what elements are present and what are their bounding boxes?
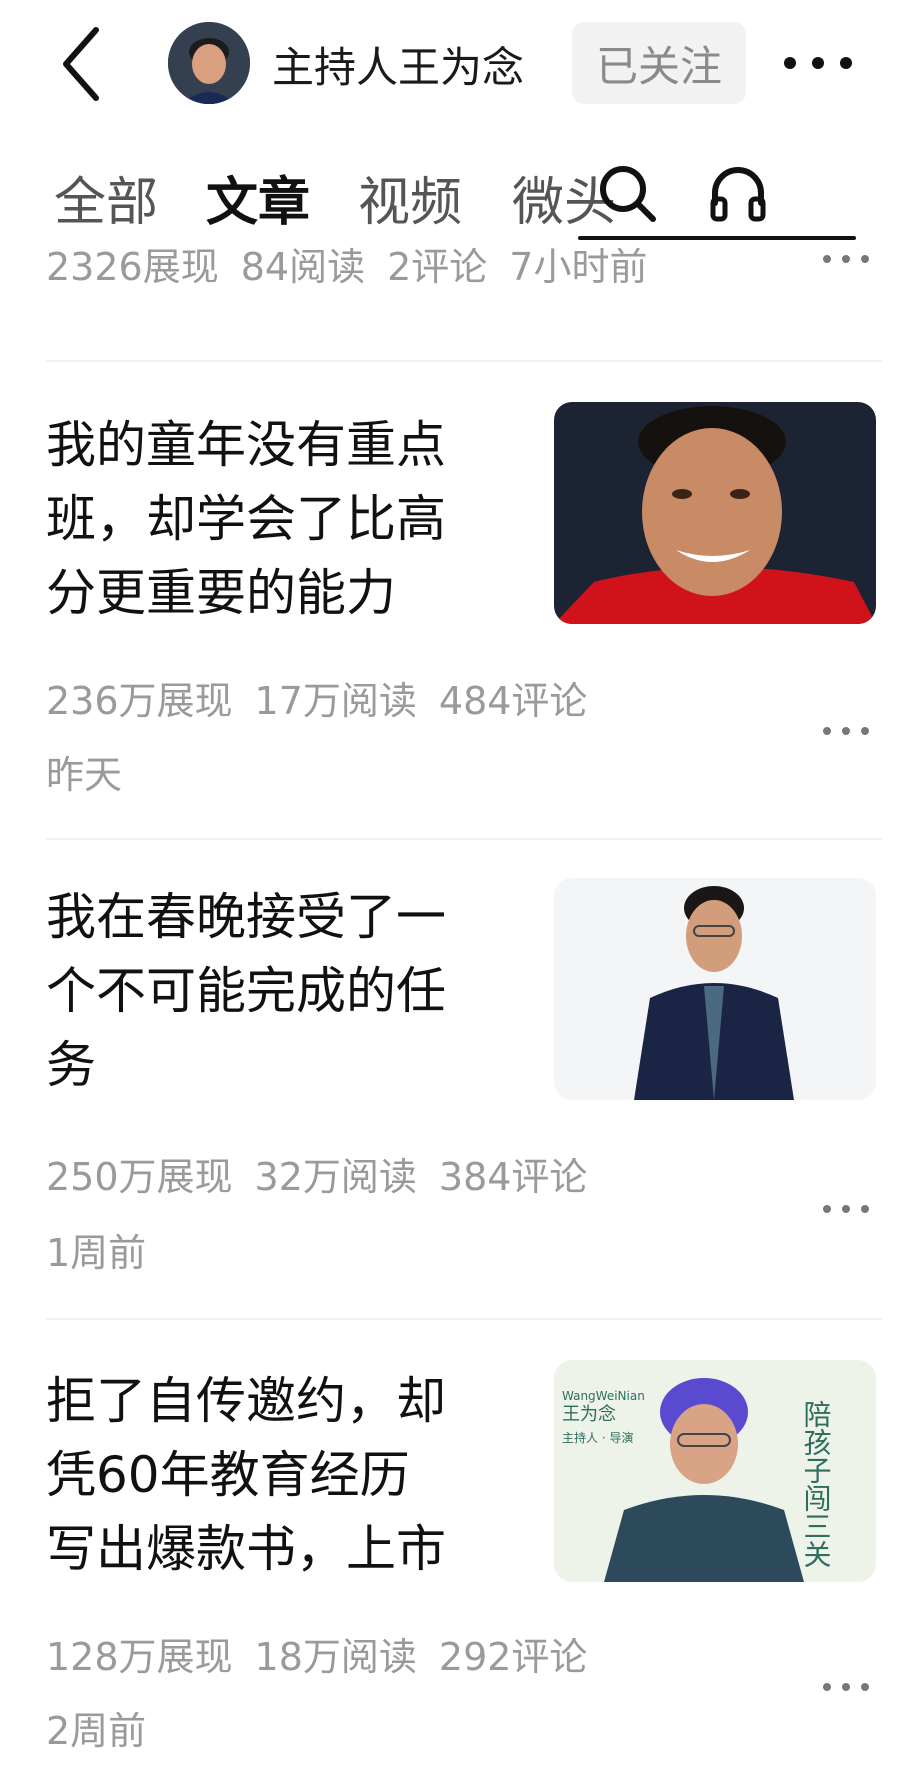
item-more-button[interactable] <box>816 1672 876 1702</box>
tab-all[interactable]: 全部 <box>54 160 158 235</box>
more-horizontal-icon <box>823 1683 869 1691</box>
book-role: 主持人 · 导演 <box>562 1430 633 1445</box>
back-button[interactable] <box>58 24 108 104</box>
article-title[interactable]: 我的童年没有重点 班，却学会了比高 分更重要的能力 <box>46 408 526 630</box>
tab-articles[interactable]: 文章 <box>206 160 310 235</box>
follow-button[interactable]: 已关注 <box>572 22 746 104</box>
search-button[interactable] <box>592 158 664 230</box>
tab-videos[interactable]: 视频 <box>358 160 462 235</box>
divider <box>46 1318 882 1320</box>
more-button[interactable] <box>776 40 860 86</box>
reads-count: 17万阅读 <box>254 679 417 723</box>
headphones-icon <box>710 167 766 222</box>
article-thumbnail[interactable]: WangWeiNian 王为念 主持人 · 导演 陪孩子闯三关 <box>554 1360 876 1582</box>
more-horizontal-icon <box>784 57 852 69</box>
reads-count: 32万阅读 <box>254 1155 417 1199</box>
article-stats: 128万展现 18万阅读 292评论 <box>46 1626 609 1681</box>
views-count: 2326展现 <box>46 245 219 289</box>
reads-count: 18万阅读 <box>254 1635 417 1679</box>
article-stats: 2326展现 84阅读 2评论 7小时前 <box>46 236 669 291</box>
article-thumbnail[interactable] <box>554 878 876 1100</box>
article-title[interactable]: 拒了自传邀约，却 凭60年教育经历 写出爆款书，上市 <box>46 1364 526 1586</box>
post-time: 7小时前 <box>509 245 648 289</box>
views-count: 128万展现 <box>46 1635 233 1679</box>
more-horizontal-icon <box>823 1205 869 1213</box>
article-stats: 236万展现 17万阅读 484评论 <box>46 670 609 725</box>
item-more-button[interactable] <box>816 1194 876 1224</box>
audio-button[interactable] <box>702 158 774 230</box>
comments-count: 384评论 <box>438 1155 588 1199</box>
more-horizontal-icon <box>823 727 869 735</box>
tab-bar: 全部 文章 视频 微头 <box>0 140 918 240</box>
top-bar: 主持人王为念 已关注 <box>0 0 918 120</box>
author-name[interactable]: 主持人王为念 <box>272 34 524 95</box>
post-time: 昨天 <box>46 753 123 797</box>
comments-count: 292评论 <box>438 1635 588 1679</box>
book-title: 陪孩子闯三关 <box>800 1400 833 1568</box>
comments-count: 484评论 <box>438 679 588 723</box>
article-thumbnail[interactable] <box>554 402 876 624</box>
reads-count: 84阅读 <box>240 245 366 289</box>
comments-count: 2评论 <box>387 245 488 289</box>
search-icon <box>600 166 656 222</box>
views-count: 250万展现 <box>46 1155 233 1199</box>
post-time: 2周前 <box>46 1709 147 1753</box>
item-more-button[interactable] <box>816 716 876 746</box>
post-time: 1周前 <box>46 1231 147 1275</box>
article-title[interactable]: 我在春晚接受了一 个不可能完成的任 务 <box>46 880 526 1102</box>
book-author: 王为念 <box>562 1403 616 1425</box>
article-stats: 250万展现 32万阅读 384评论 <box>46 1146 609 1201</box>
chevron-left-icon <box>63 27 99 101</box>
views-count: 236万展现 <box>46 679 233 723</box>
author-avatar[interactable] <box>168 22 250 104</box>
divider <box>46 838 882 840</box>
item-more-button[interactable] <box>816 244 876 274</box>
divider <box>46 360 882 362</box>
book-pinyin: WangWeiNian <box>562 1389 645 1403</box>
more-horizontal-icon <box>823 255 869 263</box>
